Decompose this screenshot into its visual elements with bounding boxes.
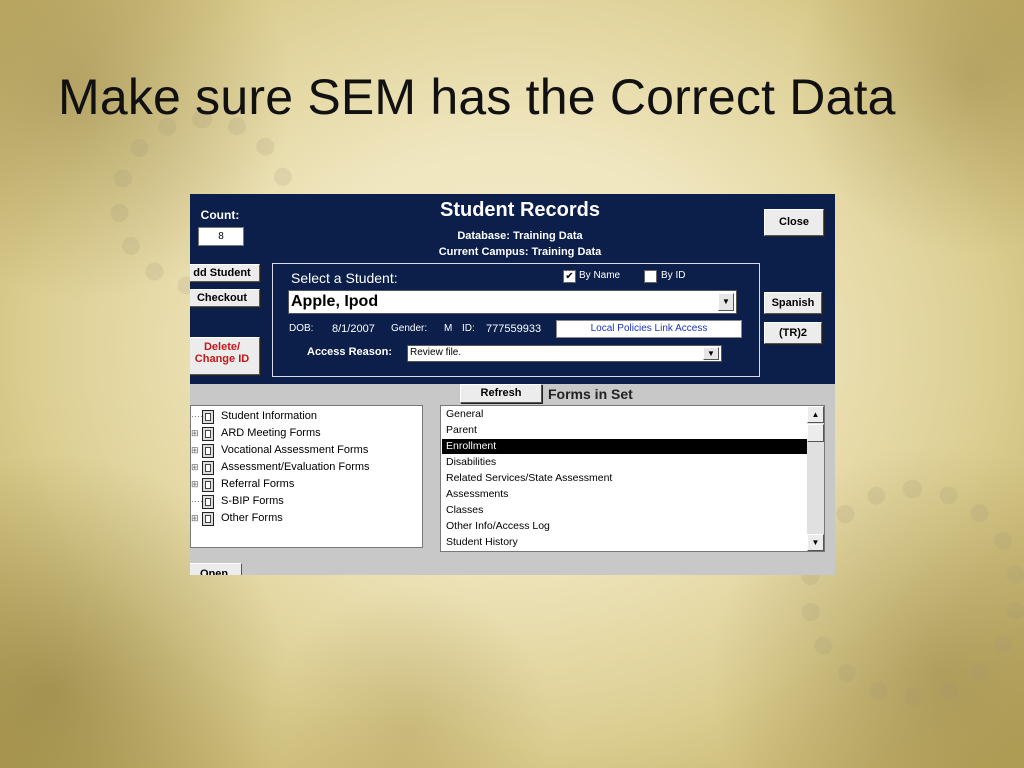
student-select[interactable]: Apple, Ipod ▼	[288, 290, 737, 314]
form-item-assessments[interactable]: Assessments	[442, 487, 811, 502]
tree-item-label: Referral Forms	[221, 478, 295, 490]
tree-item-label: Assessment/Evaluation Forms	[221, 461, 370, 473]
form-set-icon	[202, 444, 214, 458]
select-student-panel: Select a Student: ✔ By Name By ID Apple,…	[272, 263, 760, 377]
select-student-label: Select a Student:	[291, 270, 398, 286]
scroll-thumb[interactable]	[807, 424, 824, 442]
form-category-tree: ···· Student Information ⊞ ARD Meeting F…	[190, 405, 423, 548]
count-value: 8	[198, 227, 244, 246]
tr2-button[interactable]: (TR)2	[764, 322, 822, 344]
tree-item-label: S-BIP Forms	[221, 495, 284, 507]
close-button[interactable]: Close	[764, 209, 824, 236]
forms-in-set-label: Forms in Set	[548, 386, 633, 402]
access-reason-label: Access Reason:	[307, 346, 392, 358]
chevron-down-icon[interactable]: ▼	[718, 293, 734, 311]
student-select-value: Apple, Ipod	[291, 293, 379, 310]
by-name-label: By Name	[579, 270, 621, 281]
form-set-icon	[202, 478, 214, 492]
id-label: ID:	[462, 323, 475, 334]
tree-expand-icon[interactable]: ⊞	[191, 428, 199, 439]
forms-in-set-list: General Parent Enrollment Disabilities R…	[440, 405, 825, 552]
local-policies-link[interactable]: Local Policies Link Access	[556, 320, 742, 338]
tree-item-label: ARD Meeting Forms	[221, 427, 321, 439]
form-item-parent[interactable]: Parent	[442, 423, 811, 438]
form-set-icon	[202, 427, 214, 441]
form-item-other-info[interactable]: Other Info/Access Log	[442, 519, 811, 534]
scroll-up-icon[interactable]: ▲	[807, 406, 824, 423]
campus-line: Current Campus: Training Data	[438, 246, 602, 258]
form-set-icon	[202, 512, 214, 526]
open-button-clip: Open	[190, 563, 242, 575]
form-item-student-history[interactable]: Student History	[442, 535, 811, 550]
tree-expand-icon[interactable]: ⊞	[191, 479, 199, 490]
form-set-icon	[202, 495, 214, 509]
checkmark-icon: ✔	[565, 271, 574, 282]
form-set-icon	[202, 461, 214, 475]
tree-item-label: Other Forms	[221, 512, 283, 524]
delete-button-line2: Change ID	[194, 353, 250, 365]
id-value: 777559933	[486, 323, 542, 335]
tree-expand-icon[interactable]: ⊞	[191, 445, 199, 456]
dob-value: 8/1/2007	[332, 323, 375, 335]
by-id-label: By ID	[661, 270, 686, 281]
delete-button-line1: Delete/	[203, 341, 241, 353]
tree-item-label: Vocational Assessment Forms	[221, 444, 369, 456]
form-item-enrollment[interactable]: Enrollment	[442, 439, 811, 454]
chevron-down-icon[interactable]: ▼	[703, 347, 719, 360]
by-name-checkbox[interactable]: ✔	[563, 270, 576, 283]
open-button[interactable]: Open	[190, 563, 242, 575]
scroll-down-icon[interactable]: ▼	[807, 534, 824, 551]
tree-expand-icon[interactable]: ⊞	[191, 462, 199, 473]
tree-item-label: Student Information	[221, 410, 318, 422]
form-item-disabilities[interactable]: Disabilities	[442, 455, 811, 470]
gender-value: M	[444, 323, 453, 334]
access-reason-value: Review file.	[410, 347, 462, 358]
student-records-window: Count: 8 Student Records Database: Train…	[190, 194, 835, 575]
checkout-button[interactable]: Checkout	[190, 289, 260, 307]
form-set-icon	[202, 410, 214, 424]
slide-title: Make sure SEM has the Correct Data	[58, 69, 896, 125]
access-reason-select[interactable]: Review file. ▼	[407, 345, 722, 362]
gender-label: Gender:	[391, 323, 428, 334]
form-item-classes[interactable]: Classes	[442, 503, 811, 518]
form-item-general[interactable]: General	[442, 407, 811, 422]
refresh-button[interactable]: Refresh	[460, 384, 542, 403]
by-id-checkbox[interactable]	[644, 270, 657, 283]
dob-label: DOB:	[289, 323, 314, 334]
database-line: Database: Training Data	[457, 230, 583, 242]
add-student-button[interactable]: dd Student	[190, 264, 260, 282]
forms-scrollbar[interactable]: ▲ ▼	[807, 406, 824, 551]
header-panel: Count: 8 Student Records Database: Train…	[190, 194, 835, 384]
window-title: Student Records	[439, 199, 601, 221]
spanish-button[interactable]: Spanish	[764, 292, 822, 314]
form-item-related-services[interactable]: Related Services/State Assessment	[442, 471, 811, 486]
tree-expand-icon[interactable]: ⊞	[191, 513, 199, 524]
count-label: Count:	[200, 208, 240, 222]
delete-change-id-button[interactable]: Delete/ Change ID	[190, 337, 260, 375]
